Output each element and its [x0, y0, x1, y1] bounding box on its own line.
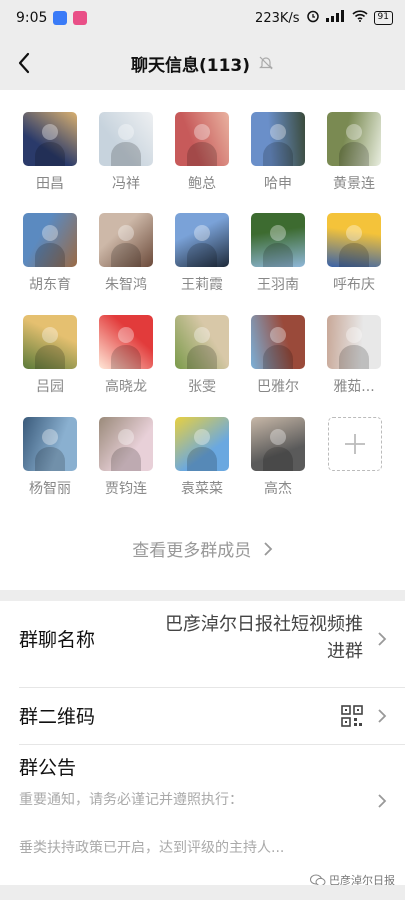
- member-item[interactable]: 胡东育: [20, 213, 80, 294]
- avatar: [251, 213, 305, 267]
- member-name: 贾钧连: [105, 481, 147, 497]
- member-name: 冯祥: [112, 176, 140, 192]
- chevron-right-icon: [377, 793, 387, 813]
- member-item[interactable]: 高晓龙: [96, 315, 156, 396]
- member-name: 吕园: [36, 379, 64, 395]
- back-button[interactable]: [12, 50, 36, 76]
- avatar: [23, 417, 77, 471]
- avatar: [99, 315, 153, 369]
- back-arrow-icon: [18, 52, 30, 74]
- avatar: [23, 315, 77, 369]
- member-item[interactable]: 高杰: [248, 417, 308, 498]
- member-item[interactable]: 呼布庆: [324, 213, 384, 294]
- member-name: 袁菜菜: [181, 481, 223, 497]
- avatar: [99, 417, 153, 471]
- member-item[interactable]: 雅茹...: [324, 315, 384, 396]
- wifi-icon: [351, 10, 368, 26]
- member-name: 田昌: [36, 176, 64, 192]
- member-name: 呼布庆: [333, 277, 375, 293]
- member-item[interactable]: 吕园: [20, 315, 80, 396]
- member-item[interactable]: 袁菜菜: [172, 417, 232, 498]
- group-name-line2: 进群: [327, 641, 363, 662]
- member-item[interactable]: 哈申: [248, 112, 308, 193]
- group-notice-label: 群公告: [19, 757, 77, 779]
- status-time: 9:05: [16, 10, 48, 26]
- add-member-button[interactable]: [325, 417, 385, 471]
- member-name: 黄景连: [333, 176, 375, 192]
- plus-icon: [345, 434, 365, 454]
- page-title: 聊天信息(113): [130, 55, 251, 76]
- group-notice-line2: 垂类扶持政策已开启，达到评级的主持人...: [19, 840, 285, 856]
- mute-bell-icon: [258, 55, 274, 71]
- member-name: 高杰: [264, 481, 292, 497]
- member-item[interactable]: 鲍总: [172, 112, 232, 193]
- member-item[interactable]: 巴雅尔: [248, 315, 308, 396]
- avatar: [99, 112, 153, 166]
- member-item[interactable]: 王莉霞: [172, 213, 232, 294]
- alarm-icon: [306, 9, 320, 27]
- page-header: 聊天信息(113): [0, 36, 405, 90]
- app-notification-icon: [53, 11, 68, 25]
- member-item[interactable]: 杨智丽: [20, 417, 80, 498]
- avatar: [175, 417, 229, 471]
- member-item[interactable]: 田昌: [20, 112, 80, 193]
- member-item[interactable]: 贾钧连: [96, 417, 156, 498]
- group-notice-line1: 重要通知，请务必谨记并遵照执行：: [19, 792, 243, 808]
- network-speed: 223K/s: [255, 10, 300, 26]
- member-item[interactable]: 朱智鸿: [96, 213, 156, 294]
- group-name-line1: 巴彦淖尔日报社短视频推: [165, 614, 363, 635]
- group-name-label: 群聊名称: [19, 629, 96, 651]
- member-name: 王羽南: [257, 277, 299, 293]
- group-qr-label: 群二维码: [19, 706, 96, 728]
- avatar: [327, 315, 381, 369]
- chevron-right-icon: [263, 541, 273, 562]
- chevron-right-icon: [377, 708, 387, 728]
- member-item[interactable]: 冯祥: [96, 112, 156, 193]
- view-more-members-label: 查看更多群成员: [132, 541, 252, 561]
- battery-indicator: 91: [373, 11, 393, 25]
- avatar: [99, 213, 153, 267]
- avatar: [251, 112, 305, 166]
- app-notification-icon: [73, 11, 88, 25]
- chevron-right-icon: [377, 631, 387, 651]
- avatar: [327, 213, 381, 267]
- group-qr-row[interactable]: 群二维码: [0, 688, 405, 744]
- qr-code-icon: [341, 705, 363, 731]
- avatar: [23, 112, 77, 166]
- bottom-strip: [0, 885, 405, 900]
- member-name: 杨智丽: [29, 481, 71, 497]
- member-name: 高晓龙: [105, 379, 147, 395]
- avatar: [175, 112, 229, 166]
- member-name: 鲍总: [188, 176, 216, 192]
- group-name-value: 巴彦淖尔日报社短视频推 进群: [113, 611, 363, 665]
- signal-icon: [325, 10, 346, 26]
- avatar: [175, 315, 229, 369]
- group-notice-row[interactable]: 群公告 重要通知，请务必谨记并遵照执行： 垂类扶持政策已开启，达到评级的主持人.…: [0, 745, 405, 885]
- member-item[interactable]: 王羽南: [248, 213, 308, 294]
- member-name: 雅茹...: [333, 379, 375, 395]
- avatar: [251, 417, 305, 471]
- settings-panel: 群聊名称 巴彦淖尔日报社短视频推 进群 群二维码 群公告 重要通知，请务必谨记并…: [0, 601, 405, 900]
- status-bar: 9:05 223K/s 91: [0, 0, 405, 36]
- view-more-members-link[interactable]: 查看更多群成员: [0, 536, 405, 562]
- avatar: [175, 213, 229, 267]
- member-name: 张雯: [188, 379, 216, 395]
- member-name: 哈申: [264, 176, 292, 192]
- avatar: [23, 213, 77, 267]
- member-name: 胡东育: [29, 277, 71, 293]
- member-name: 朱智鸿: [105, 277, 147, 293]
- member-name: 巴雅尔: [257, 379, 299, 395]
- member-item[interactable]: 黄景连: [324, 112, 384, 193]
- member-name: 王莉霞: [181, 277, 223, 293]
- avatar: [251, 315, 305, 369]
- avatar: [327, 112, 381, 166]
- group-name-row[interactable]: 群聊名称 巴彦淖尔日报社短视频推 进群: [0, 601, 405, 687]
- member-item[interactable]: 张雯: [172, 315, 232, 396]
